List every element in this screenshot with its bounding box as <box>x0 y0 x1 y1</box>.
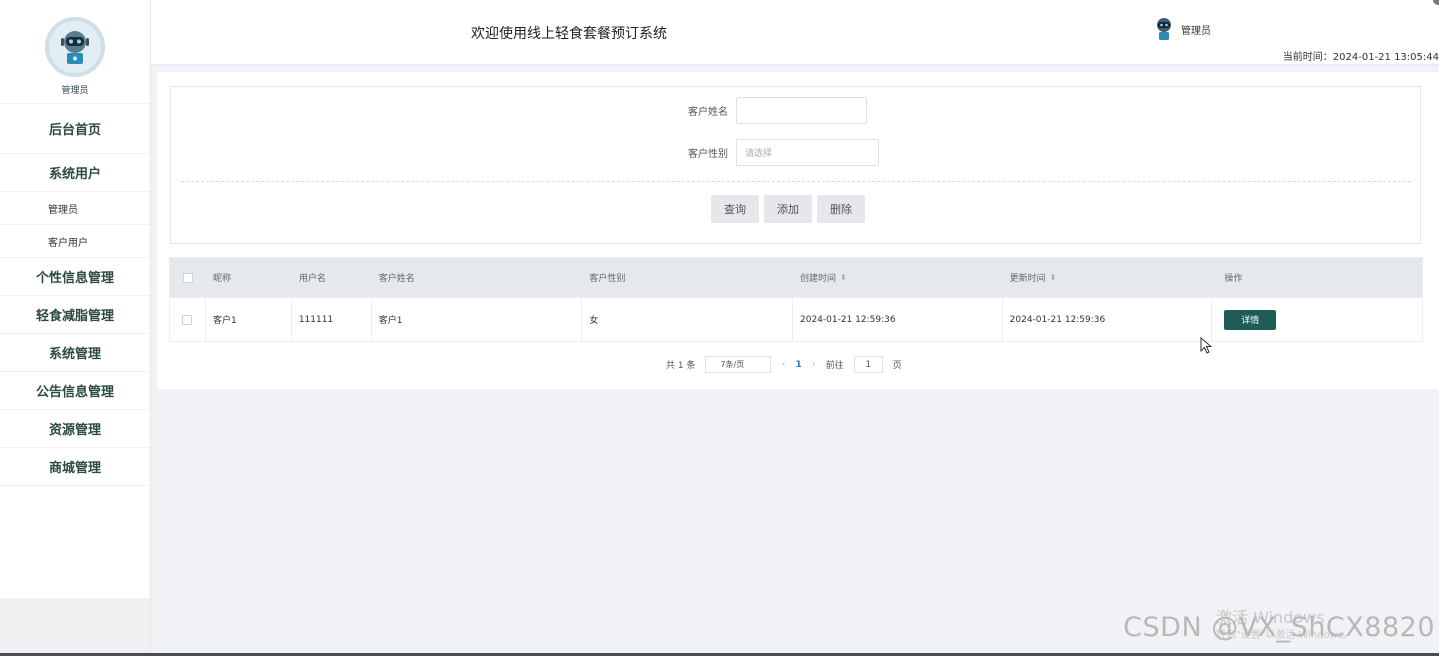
pagination: 共 1 条 7条/页 ‹ 1 › 前往 1 页 <box>666 356 902 373</box>
row-checkbox[interactable] <box>182 314 193 325</box>
col-created-label: 创建时间 <box>800 274 837 284</box>
customer-gender-select[interactable]: 请选择 <box>736 139 879 166</box>
mouse-cursor-icon <box>1200 337 1212 354</box>
page-number[interactable]: 1 <box>795 360 801 370</box>
cell-gender: 女 <box>582 298 793 341</box>
cell-actions: 详情 <box>1212 298 1422 341</box>
page-title: 欢迎使用线上轻食套餐预订系统 <box>471 26 667 42</box>
customer-name-label: 客户姓名 <box>688 107 728 118</box>
prev-page-icon[interactable]: ‹ <box>781 359 785 370</box>
select-all-checkbox[interactable] <box>182 272 193 283</box>
delete-button[interactable]: 删除 <box>817 195 865 223</box>
robot-icon <box>61 31 89 64</box>
next-page-icon[interactable]: › <box>812 359 816 370</box>
top-header: 欢迎使用线上轻食套餐预订系统 管理员 当前时间：2024-01-21 13:05… <box>151 0 1439 66</box>
page-suffix: 页 <box>892 361 902 371</box>
corner-indicator <box>1433 0 1439 5</box>
avatar[interactable] <box>45 17 105 77</box>
sort-icon[interactable]: ⬍ <box>840 273 847 282</box>
sidebar-item-shop[interactable]: 商城管理 <box>0 448 150 486</box>
sidebar-item-announcements[interactable]: 公告信息管理 <box>0 372 150 410</box>
col-actions: 操作 <box>1224 274 1243 284</box>
customer-name-row: 客户姓名 <box>688 97 867 124</box>
col-updated-label: 更新时间 <box>1009 274 1046 284</box>
col-username: 用户名 <box>298 274 326 284</box>
col-customer-name: 客户姓名 <box>378 274 415 284</box>
current-time: 当前时间：2024-01-21 13:05:44 <box>1282 52 1439 63</box>
cell-nickname: 客户1 <box>206 298 292 341</box>
table-header: 昵称 用户名 客户姓名 客户性别 创建时间 ⬍ 更新时间 ⬍ 操作 <box>170 258 1422 297</box>
query-button[interactable]: 查询 <box>711 195 759 223</box>
sidebar-item-system-users[interactable]: 系统用户 <box>0 154 150 192</box>
app-window: 管理员 后台首页 系统用户 管理员 客户用户 个性信息管理 轻食减脂管理 系统管… <box>0 0 1439 656</box>
col-gender: 客户性别 <box>589 274 626 284</box>
action-buttons: 查询 添加 删除 <box>711 195 865 223</box>
cell-created: 2024-01-21 12:59:36 <box>793 298 1003 341</box>
sidebar-subitem-admin[interactable]: 管理员 <box>0 192 150 225</box>
main-content: 客户姓名 客户性别 请选择 查询 添加 删除 昵称 用户名 客户姓名 客户性别 … <box>157 72 1439 389</box>
row-select-cell <box>170 298 206 341</box>
sort-icon[interactable]: ⬍ <box>1050 273 1057 282</box>
form-divider <box>181 181 1411 182</box>
header-user[interactable]: 管理员 <box>1155 17 1211 41</box>
add-button[interactable]: 添加 <box>764 195 812 223</box>
goto-page-input[interactable]: 1 <box>853 356 883 373</box>
csdn-watermark: CSDN @VX_ShCX8820 <box>1123 612 1435 643</box>
sidebar-item-home[interactable]: 后台首页 <box>0 104 150 154</box>
sidebar-item-personal-info[interactable]: 个性信息管理 <box>0 258 150 296</box>
header-user-name: 管理员 <box>1181 25 1211 37</box>
pagination-total: 共 1 条 <box>666 361 696 371</box>
customer-name-input[interactable] <box>736 97 867 124</box>
select-all-cell <box>170 258 206 297</box>
search-panel: 客户姓名 客户性别 请选择 查询 添加 删除 <box>170 86 1421 244</box>
col-nickname: 昵称 <box>212 274 231 284</box>
col-updated[interactable]: 更新时间 ⬍ <box>1003 258 1213 297</box>
cell-username: 111111 <box>292 298 372 341</box>
cell-customer-name: 客户1 <box>372 298 583 341</box>
cell-updated: 2024-01-21 12:59:36 <box>1003 298 1213 341</box>
sidebar-item-system-management[interactable]: 系统管理 <box>0 334 150 372</box>
page-size-select[interactable]: 7条/页 <box>705 356 772 373</box>
customer-gender-row: 客户性别 请选择 <box>688 139 879 166</box>
customer-table: 昵称 用户名 客户姓名 客户性别 创建时间 ⬍ 更新时间 ⬍ 操作 客户1 1111… <box>169 257 1423 342</box>
goto-label: 前往 <box>825 361 844 371</box>
avatar-name: 管理员 <box>61 86 89 96</box>
sidebar-profile: 管理员 <box>0 0 150 104</box>
table-row: 客户1 111111 客户1 女 2024-01-21 12:59:36 202… <box>170 297 1422 341</box>
sidebar: 管理员 后台首页 系统用户 管理员 客户用户 个性信息管理 轻食减脂管理 系统管… <box>0 0 151 656</box>
sidebar-footer <box>0 598 150 656</box>
user-robot-icon <box>1157 18 1171 40</box>
sidebar-item-resources[interactable]: 资源管理 <box>0 410 150 448</box>
detail-button[interactable]: 详情 <box>1224 309 1277 330</box>
customer-gender-label: 客户性别 <box>688 149 728 160</box>
sidebar-subitem-customer-users[interactable]: 客户用户 <box>0 225 150 258</box>
col-created[interactable]: 创建时间 ⬍ <box>793 258 1003 297</box>
sidebar-item-light-meal[interactable]: 轻食减脂管理 <box>0 296 150 334</box>
